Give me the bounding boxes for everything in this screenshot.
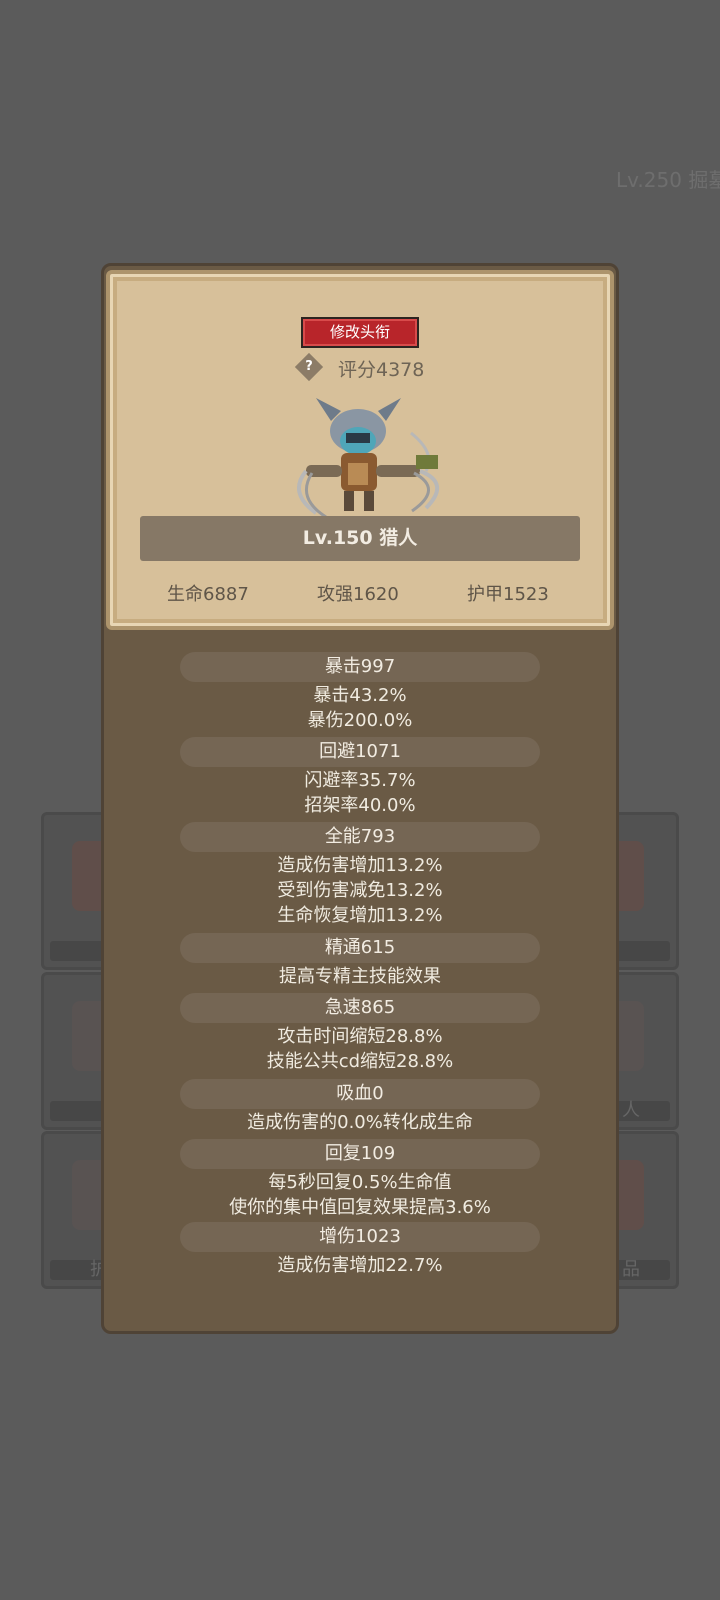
stat-detail: 生命恢复增加13.2% <box>277 905 443 926</box>
background-level-text: Lv.250 掘墓 <box>616 168 720 192</box>
stat-detail: 闪避率35.7% <box>304 770 416 791</box>
stat-section-title: 回复109 <box>180 1139 540 1169</box>
stat-section-title: 暴击997 <box>180 652 540 682</box>
stat-detail: 暴伤200.0% <box>307 710 413 731</box>
base-stat-attack-power: 攻强1620 <box>317 584 399 605</box>
base-stat-armor: 护甲1523 <box>467 584 549 605</box>
stat-section-title: 回避1071 <box>180 737 540 767</box>
stat-section-title: 全能793 <box>180 822 540 852</box>
stat-detail: 造成伤害的0.0%转化成生命 <box>247 1112 473 1133</box>
stat-detail: 提高专精主技能效果 <box>279 966 441 987</box>
stat-detail: 暴击43.2% <box>313 685 407 706</box>
hunter-character-sprite <box>296 398 439 519</box>
stat-detail: 攻击时间缩短28.8% <box>277 1026 443 1047</box>
stat-section-title: 急速865 <box>180 993 540 1023</box>
stat-detail: 使你的集中值回复效果提高3.6% <box>229 1197 491 1218</box>
stat-section-title: 吸血0 <box>180 1079 540 1109</box>
stat-detail: 造成伤害增加13.2% <box>277 855 443 876</box>
stat-detail: 招架率40.0% <box>304 795 416 816</box>
rename-title-button[interactable]: 修改头衔 <box>301 317 419 348</box>
stat-detail: 受到伤害减免13.2% <box>277 880 443 901</box>
question-diamond-icon[interactable]: ? <box>294 352 324 382</box>
stat-detail: 技能公共cd缩短28.8% <box>266 1051 454 1072</box>
base-stat-health: 生命6887 <box>167 584 249 605</box>
stat-detail: 造成伤害增加22.7% <box>277 1255 443 1276</box>
stat-section-title: 精通615 <box>180 933 540 963</box>
help-symbol: ? <box>305 359 313 374</box>
score-text: 评分4378 <box>338 359 425 381</box>
stat-section-title: 增伤1023 <box>180 1222 540 1252</box>
character-name-level: Lv.150 猎人 <box>140 516 580 561</box>
stat-detail: 每5秒回复0.5%生命值 <box>268 1172 452 1193</box>
